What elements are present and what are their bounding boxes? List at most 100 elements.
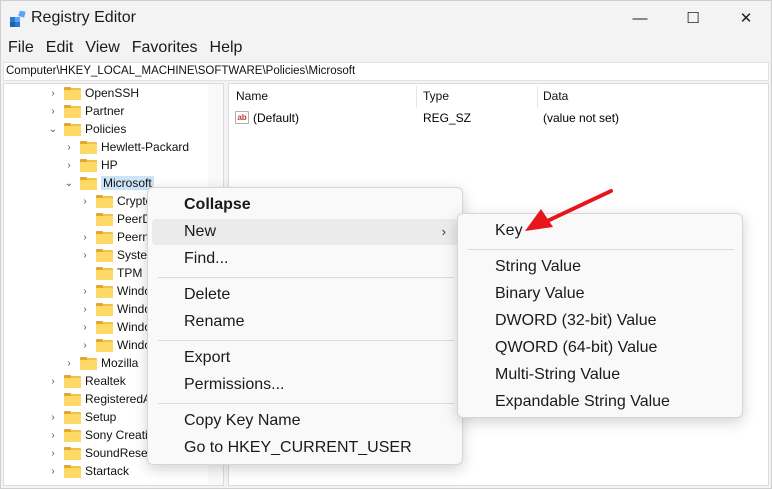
chevron-right-icon[interactable]: › <box>80 322 90 333</box>
submenu-item-dword-value[interactable]: DWORD (32-bit) Value <box>462 308 738 334</box>
menu-item-new[interactable]: New › <box>152 219 458 245</box>
tree-item-sony-creative[interactable]: › Sony Creativ <box>48 426 153 444</box>
chevron-right-icon[interactable]: › <box>48 88 58 99</box>
tree-item-windows-4[interactable]: › Windo <box>80 336 151 354</box>
column-header-name[interactable]: Name <box>236 89 268 103</box>
chevron-right-icon[interactable]: › <box>80 250 90 261</box>
folder-icon <box>80 356 97 370</box>
column-divider[interactable] <box>537 86 538 108</box>
submenu-item-multi-string-value[interactable]: Multi-String Value <box>462 362 738 388</box>
context-menu: Collapse New › Find... Delete Rename Exp… <box>147 187 463 465</box>
tree-item-label: Peern <box>117 230 150 244</box>
registry-editor-icon <box>10 11 26 27</box>
menu-edit[interactable]: Edit <box>39 37 79 59</box>
tree-item-windows-3[interactable]: › Windo <box>80 318 151 336</box>
folder-icon <box>80 176 97 190</box>
tree-item-mozilla[interactable]: › Mozilla <box>64 354 138 372</box>
folder-icon <box>96 284 113 298</box>
tree-item-soundresearch[interactable]: › SoundResea <box>48 444 154 462</box>
folder-icon <box>64 464 81 478</box>
folder-icon <box>64 374 81 388</box>
folder-icon <box>96 302 113 316</box>
tree-item-label: RegisteredA <box>85 392 152 406</box>
tree-item-partner[interactable]: › Partner <box>48 102 124 120</box>
tree-item-label: Microsoft <box>101 176 154 190</box>
menu-separator <box>468 249 734 250</box>
value-data: (value not set) <box>543 111 620 125</box>
chevron-right-icon[interactable]: › <box>80 340 90 351</box>
value-name: (Default) <box>253 111 300 125</box>
column-header-type[interactable]: Type <box>423 89 449 103</box>
tree-item-label: TPM <box>117 266 143 280</box>
menu-file[interactable]: File <box>1 37 39 59</box>
tree-item-registereda[interactable]: RegisteredA <box>48 390 151 408</box>
close-button[interactable]: ✕ <box>721 1 771 35</box>
folder-icon <box>96 338 113 352</box>
tree-item-policies[interactable]: ⌄ Policies <box>48 120 127 138</box>
tree-item-label: SoundResea <box>85 446 155 460</box>
menu-item-permissions[interactable]: Permissions... <box>152 372 458 398</box>
tree-item-hewlett-packard[interactable]: › Hewlett-Packard <box>64 138 189 156</box>
menu-item-go-to-hkcu[interactable]: Go to HKEY_CURRENT_USER <box>152 435 458 461</box>
chevron-right-icon[interactable]: › <box>48 430 58 441</box>
chevron-right-icon[interactable]: › <box>48 466 58 477</box>
menu-item-export[interactable]: Export <box>152 345 458 371</box>
tree-item-tpm[interactable]: TPM <box>80 264 142 282</box>
chevron-right-icon[interactable]: › <box>80 286 90 297</box>
tree-item-startack[interactable]: › Startack <box>48 462 129 480</box>
tree-item-openssh[interactable]: › OpenSSH <box>48 84 139 102</box>
menu-item-copy-key-name[interactable]: Copy Key Name <box>152 408 458 434</box>
folder-icon <box>96 266 113 280</box>
menu-item-collapse[interactable]: Collapse <box>152 192 458 218</box>
address-bar[interactable]: Computer\HKEY_LOCAL_MACHINE\SOFTWARE\Pol… <box>3 62 769 81</box>
chevron-right-icon[interactable]: › <box>64 142 74 153</box>
chevron-right-icon[interactable]: › <box>64 358 74 369</box>
submenu-item-expandable-string-value[interactable]: Expandable String Value <box>462 389 738 415</box>
tree-item-realtek[interactable]: › Realtek <box>48 372 125 390</box>
chevron-right-icon[interactable]: › <box>48 448 58 459</box>
chevron-right-icon[interactable]: › <box>48 412 58 423</box>
menu-item-find[interactable]: Find... <box>152 246 458 272</box>
chevron-down-icon[interactable]: ⌄ <box>48 124 58 135</box>
chevron-right-icon[interactable]: › <box>48 106 58 117</box>
column-header-data[interactable]: Data <box>543 89 568 103</box>
chevron-right-icon[interactable]: › <box>48 376 58 387</box>
tree-item-label: PeerD <box>117 212 152 226</box>
menu-favorites[interactable]: Favorites <box>125 37 203 59</box>
folder-icon <box>96 320 113 334</box>
value-row-default[interactable]: ab (Default) REG_SZ (value not set) <box>229 109 768 127</box>
tree-item-crypto[interactable]: › Crypto <box>80 192 152 210</box>
tree-item-hp[interactable]: › HP <box>64 156 117 174</box>
tree-item-label: Windo <box>117 302 152 316</box>
menu-separator <box>158 277 454 278</box>
column-divider[interactable] <box>416 86 417 108</box>
tree-item-label: Setup <box>85 410 117 424</box>
tree-item-windows-2[interactable]: › Windo <box>80 300 151 318</box>
chevron-right-icon[interactable]: › <box>80 304 90 315</box>
tree-item-peerd[interactable]: PeerD <box>80 210 151 228</box>
chevron-right-icon[interactable]: › <box>64 160 74 171</box>
value-type: REG_SZ <box>423 111 472 125</box>
menu-item-rename[interactable]: Rename <box>152 309 458 335</box>
minimize-button[interactable]: — <box>615 1 665 35</box>
submenu-item-string-value[interactable]: String Value <box>462 254 738 280</box>
tree-item-setup[interactable]: › Setup <box>48 408 116 426</box>
submenu-item-qword-value[interactable]: QWORD (64-bit) Value <box>462 335 738 361</box>
menu-item-delete[interactable]: Delete <box>152 282 458 308</box>
menu-item-new-label: New <box>184 223 217 240</box>
tree-item-windows-1[interactable]: › Windo <box>80 282 151 300</box>
submenu-item-binary-value[interactable]: Binary Value <box>462 281 738 307</box>
close-icon: ✕ <box>739 10 753 27</box>
string-value-icon: ab <box>235 111 249 124</box>
folder-icon <box>80 140 97 154</box>
tree-item-microsoft[interactable]: ⌄ Microsoft <box>64 174 154 192</box>
tree-item-system[interactable]: › Syster <box>80 246 151 264</box>
chevron-right-icon[interactable]: › <box>80 232 90 243</box>
menu-help[interactable]: Help <box>203 37 248 59</box>
menu-view[interactable]: View <box>78 37 124 59</box>
tree-item-label: OpenSSH <box>85 86 140 100</box>
chevron-down-icon[interactable]: ⌄ <box>64 178 74 189</box>
maximize-button[interactable]: ☐ <box>668 1 718 35</box>
chevron-right-icon[interactable]: › <box>80 196 90 207</box>
tree-item-peern[interactable]: › Peern <box>80 228 149 246</box>
